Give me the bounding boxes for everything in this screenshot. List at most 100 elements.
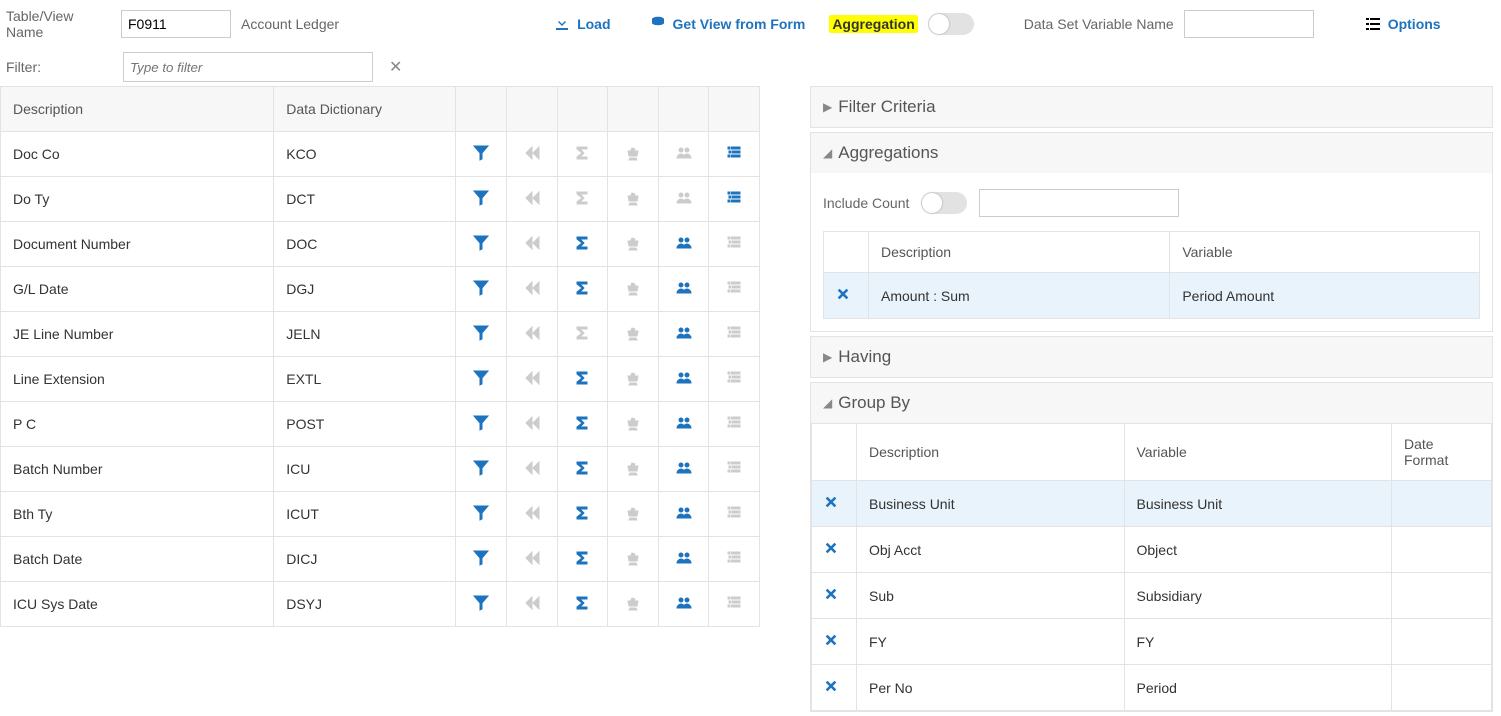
group-col-variable[interactable]: Variable: [1124, 424, 1392, 481]
list-icon[interactable]: [725, 234, 743, 252]
rewind-icon[interactable]: [523, 594, 541, 612]
list-icon[interactable]: [725, 324, 743, 342]
mortar-icon[interactable]: [624, 549, 642, 567]
rewind-icon[interactable]: [523, 369, 541, 387]
group-icon[interactable]: [675, 144, 693, 162]
list-icon[interactable]: [725, 594, 743, 612]
table-row[interactable]: Obj AcctObject: [812, 527, 1492, 573]
table-view-name-input[interactable]: [121, 10, 231, 38]
sigma-icon[interactable]: [573, 459, 591, 477]
table-row[interactable]: P CPOST: [1, 402, 760, 447]
rewind-icon[interactable]: [523, 234, 541, 252]
delete-icon[interactable]: [812, 481, 857, 527]
filter-icon[interactable]: [472, 144, 490, 162]
aggregation-toggle[interactable]: [928, 13, 974, 35]
sigma-icon[interactable]: [573, 549, 591, 567]
group-icon[interactable]: [675, 279, 693, 297]
filter-icon[interactable]: [472, 234, 490, 252]
rewind-icon[interactable]: [523, 324, 541, 342]
data-set-var-input[interactable]: [1184, 10, 1314, 38]
group-icon[interactable]: [675, 369, 693, 387]
group-col-description[interactable]: Description: [857, 424, 1125, 481]
mortar-icon[interactable]: [624, 189, 642, 207]
group-icon[interactable]: [675, 189, 693, 207]
delete-icon[interactable]: [824, 273, 869, 319]
list-icon[interactable]: [725, 369, 743, 387]
delete-icon[interactable]: [812, 665, 857, 711]
table-row[interactable]: Doc CoKCO: [1, 132, 760, 177]
filter-icon[interactable]: [472, 324, 490, 342]
rewind-icon[interactable]: [523, 459, 541, 477]
table-row[interactable]: SubSubsidiary: [812, 573, 1492, 619]
group-icon[interactable]: [675, 459, 693, 477]
sigma-icon[interactable]: [573, 369, 591, 387]
rewind-icon[interactable]: [523, 549, 541, 567]
table-row[interactable]: Business UnitBusiness Unit: [812, 481, 1492, 527]
group-icon[interactable]: [675, 504, 693, 522]
group-icon[interactable]: [675, 594, 693, 612]
rewind-icon[interactable]: [523, 189, 541, 207]
sigma-icon[interactable]: [573, 414, 591, 432]
group-icon[interactable]: [675, 414, 693, 432]
filter-icon[interactable]: [472, 459, 490, 477]
rewind-icon[interactable]: [523, 279, 541, 297]
rewind-icon[interactable]: [523, 504, 541, 522]
group-by-header[interactable]: ◢Group By: [811, 383, 1492, 423]
col-description[interactable]: Description: [1, 87, 274, 132]
table-row[interactable]: Batch NumberICU: [1, 447, 760, 492]
mortar-icon[interactable]: [624, 234, 642, 252]
table-row[interactable]: Document NumberDOC: [1, 222, 760, 267]
table-row[interactable]: JE Line NumberJELN: [1, 312, 760, 357]
get-view-button[interactable]: Get View from Form: [649, 15, 806, 33]
sigma-icon[interactable]: [573, 594, 591, 612]
filter-icon[interactable]: [472, 549, 490, 567]
clear-filter-icon[interactable]: ✕: [385, 57, 406, 77]
mortar-icon[interactable]: [624, 594, 642, 612]
group-icon[interactable]: [675, 234, 693, 252]
list-icon[interactable]: [725, 459, 743, 477]
sigma-icon[interactable]: [573, 144, 591, 162]
filter-icon[interactable]: [472, 414, 490, 432]
filter-icon[interactable]: [472, 369, 490, 387]
mortar-icon[interactable]: [624, 324, 642, 342]
list-icon[interactable]: [725, 189, 743, 207]
sigma-icon[interactable]: [573, 189, 591, 207]
mortar-icon[interactable]: [624, 369, 642, 387]
table-row[interactable]: ICU Sys DateDSYJ: [1, 582, 760, 627]
options-button[interactable]: Options: [1364, 15, 1441, 33]
list-icon[interactable]: [725, 279, 743, 297]
table-row[interactable]: Per NoPeriod: [812, 665, 1492, 711]
filter-icon[interactable]: [472, 189, 490, 207]
sigma-icon[interactable]: [573, 324, 591, 342]
mortar-icon[interactable]: [624, 459, 642, 477]
table-row[interactable]: FYFY: [812, 619, 1492, 665]
filter-icon[interactable]: [472, 594, 490, 612]
filter-criteria-panel[interactable]: ▶Filter Criteria: [810, 86, 1493, 128]
load-button[interactable]: Load: [553, 15, 610, 33]
table-row[interactable]: Batch DateDICJ: [1, 537, 760, 582]
list-icon[interactable]: [725, 144, 743, 162]
agg-col-variable[interactable]: Variable: [1170, 232, 1480, 273]
table-row[interactable]: Bth TyICUT: [1, 492, 760, 537]
filter-icon[interactable]: [472, 279, 490, 297]
table-row[interactable]: G/L DateDGJ: [1, 267, 760, 312]
group-icon[interactable]: [675, 549, 693, 567]
table-row[interactable]: Amount : SumPeriod Amount: [824, 273, 1480, 319]
rewind-icon[interactable]: [523, 414, 541, 432]
filter-input[interactable]: [123, 52, 373, 82]
mortar-icon[interactable]: [624, 144, 642, 162]
delete-icon[interactable]: [812, 619, 857, 665]
mortar-icon[interactable]: [624, 414, 642, 432]
mortar-icon[interactable]: [624, 504, 642, 522]
sigma-icon[interactable]: [573, 234, 591, 252]
sigma-icon[interactable]: [573, 279, 591, 297]
filter-icon[interactable]: [472, 504, 490, 522]
delete-icon[interactable]: [812, 573, 857, 619]
col-data-dictionary[interactable]: Data Dictionary: [274, 87, 456, 132]
mortar-icon[interactable]: [624, 279, 642, 297]
aggregations-header[interactable]: ◢Aggregations: [811, 133, 1492, 173]
list-icon[interactable]: [725, 504, 743, 522]
include-count-input[interactable]: [979, 189, 1179, 217]
list-icon[interactable]: [725, 414, 743, 432]
table-row[interactable]: Line ExtensionEXTL: [1, 357, 760, 402]
